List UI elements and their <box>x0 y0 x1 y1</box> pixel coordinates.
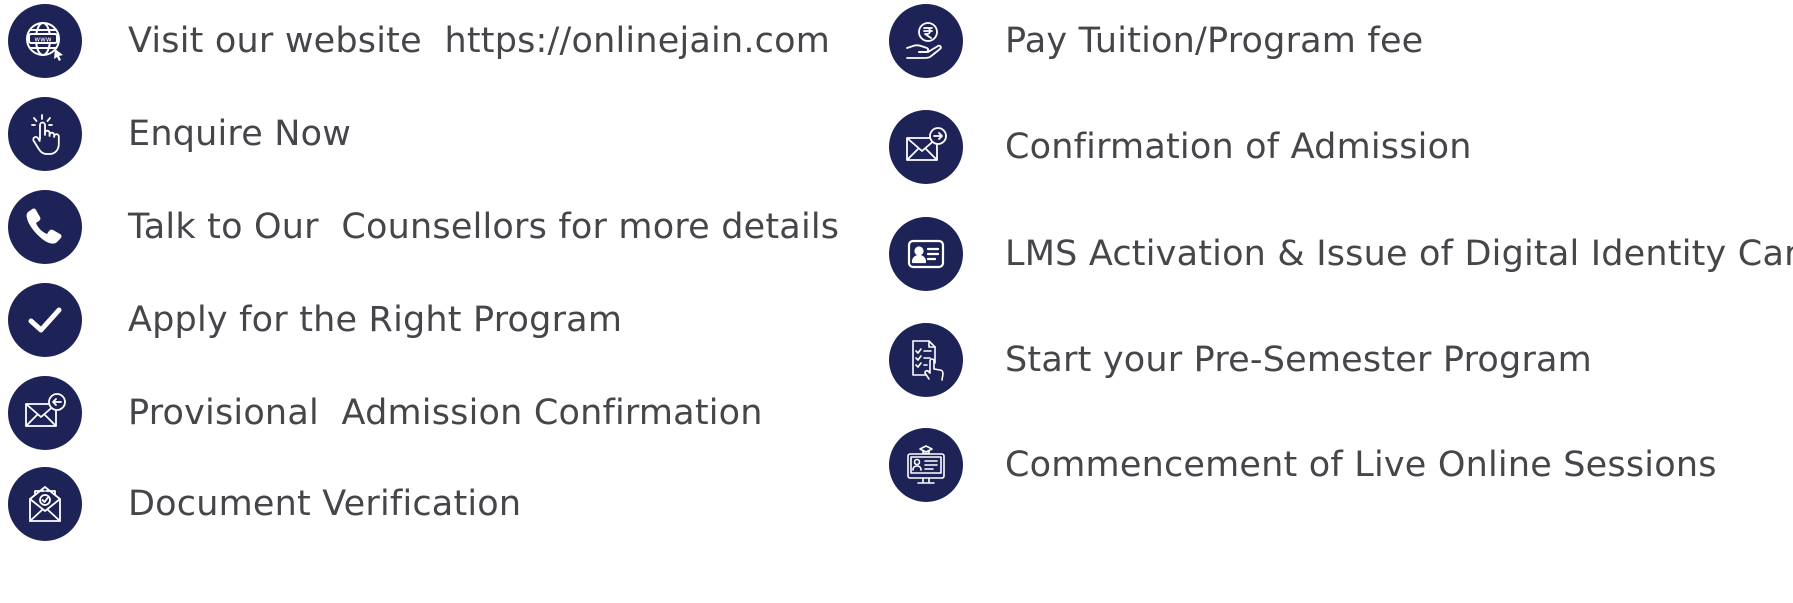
step-label: Visit our website https://onlinejain.com <box>128 20 831 61</box>
svg-text:www: www <box>34 36 51 44</box>
step-label: Enquire Now <box>128 113 352 154</box>
step-label: Provisional Admission Confirmation <box>128 392 763 433</box>
step-pay-fee: Pay Tuition/Program fee <box>889 4 1423 78</box>
step-live-sessions: Commencement of Live Online Sessions <box>889 428 1717 502</box>
step-confirmation-admission: Confirmation of Admission <box>889 110 1472 184</box>
mail-forward-icon <box>889 110 963 184</box>
step-lms-activation: LMS Activation & Issue of Digital Identi… <box>889 217 1793 291</box>
step-enquire-now: Enquire Now <box>8 97 351 171</box>
step-label: Apply for the Right Program <box>128 299 623 340</box>
step-label: Pay Tuition/Program fee <box>1005 20 1424 61</box>
step-label: Start your Pre-Semester Program <box>1005 339 1592 380</box>
step-pre-semester: Start your Pre-Semester Program <box>889 323 1592 397</box>
step-visit-website: www Visit our website https://onlinejain… <box>8 4 830 78</box>
step-apply-program: Apply for the Right Program <box>8 283 622 357</box>
step-talk-counsellors: Talk to Our Counsellors for more details <box>8 190 839 264</box>
step-provisional-admission: Provisional Admission Confirmation <box>8 376 763 450</box>
document-verified-icon <box>8 467 82 541</box>
mail-return-icon <box>8 376 82 450</box>
online-class-icon <box>889 428 963 502</box>
globe-cursor-icon: www <box>8 4 82 78</box>
checkmark-icon <box>8 283 82 357</box>
step-label: Document Verification <box>128 483 522 524</box>
step-label: LMS Activation & Issue of Digital Identi… <box>1005 233 1793 274</box>
step-label: Commencement of Live Online Sessions <box>1005 444 1717 485</box>
rupee-payment-icon <box>889 4 963 78</box>
step-document-verification: Document Verification <box>8 467 521 541</box>
step-label: Confirmation of Admission <box>1005 126 1472 167</box>
id-card-icon <box>889 217 963 291</box>
step-label: Talk to Our Counsellors for more details <box>128 206 840 247</box>
checklist-hand-icon <box>889 323 963 397</box>
phone-icon <box>8 190 82 264</box>
tap-hand-icon <box>8 97 82 171</box>
